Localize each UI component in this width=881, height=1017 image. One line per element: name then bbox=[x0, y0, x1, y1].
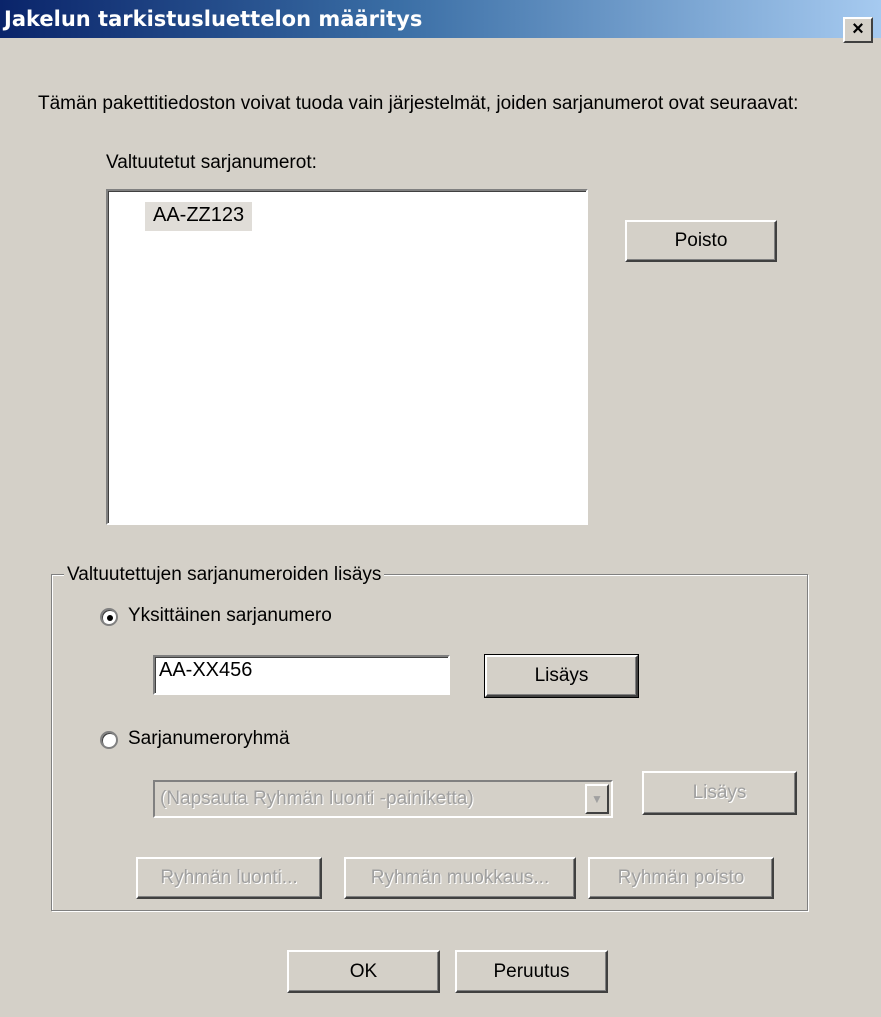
serial-input[interactable]: AA-XX456 bbox=[153, 655, 450, 695]
remove-button[interactable]: Poisto bbox=[625, 220, 777, 262]
single-serial-radio[interactable] bbox=[100, 608, 118, 626]
close-icon: × bbox=[852, 18, 864, 40]
remove-button-label: Poisto bbox=[674, 230, 728, 251]
authorized-list-label-text: Valtuutetut sarjanumerot: bbox=[106, 152, 317, 173]
window-title: Jakelun tarkistusluettelon määritys bbox=[4, 7, 423, 31]
create-group-button-label: Ryhmän luonti... bbox=[160, 867, 298, 888]
list-item[interactable]: AA-ZZ123 bbox=[145, 202, 253, 231]
description-text: Tämän pakettitiedoston voivat tuoda vain… bbox=[38, 93, 799, 114]
create-group-button[interactable]: Ryhmän luonti... bbox=[136, 857, 322, 899]
add-single-button-label: Lisäys bbox=[534, 665, 589, 686]
title-bar: Jakelun tarkistusluettelon määritys bbox=[0, 0, 881, 38]
serial-range-label[interactable]: Sarjanumeroryhmä bbox=[128, 728, 290, 750]
radio-selected-dot bbox=[107, 615, 113, 621]
delete-group-button-label: Ryhmän poisto bbox=[617, 867, 745, 888]
cancel-button-label: Peruutus bbox=[493, 960, 570, 982]
add-range-button-label: Lisäys bbox=[692, 782, 747, 803]
serial-input-value: AA-XX456 bbox=[159, 659, 253, 681]
edit-group-button-label: Ryhmän muokkaus... bbox=[370, 867, 550, 888]
add-range-button[interactable]: Lisäys bbox=[642, 771, 797, 815]
range-combo[interactable]: (Napsauta Ryhmän luonti -painiketta) ▼ bbox=[153, 780, 613, 818]
range-combo-value: (Napsauta Ryhmän luonti -painiketta) bbox=[160, 788, 474, 809]
single-serial-label[interactable]: Yksittäinen sarjanumero bbox=[128, 605, 332, 627]
add-serials-legend: Valtuutettujen sarjanumeroiden lisäys bbox=[64, 564, 385, 586]
authorized-list-label: Valtuutetut sarjanumerot: bbox=[106, 152, 317, 174]
authorized-serials-listbox[interactable]: AA-ZZ123 bbox=[106, 189, 588, 525]
delete-group-button[interactable]: Ryhmän poisto bbox=[588, 857, 774, 899]
ok-button[interactable]: OK bbox=[287, 950, 440, 993]
chevron-down-icon[interactable]: ▼ bbox=[585, 784, 609, 814]
ok-button-label: OK bbox=[349, 960, 378, 982]
serial-range-radio[interactable] bbox=[100, 731, 118, 749]
edit-group-button[interactable]: Ryhmän muokkaus... bbox=[344, 857, 576, 899]
cancel-button[interactable]: Peruutus bbox=[455, 950, 608, 993]
close-button[interactable]: × bbox=[843, 17, 873, 43]
add-single-button[interactable]: Lisäys bbox=[484, 654, 639, 698]
